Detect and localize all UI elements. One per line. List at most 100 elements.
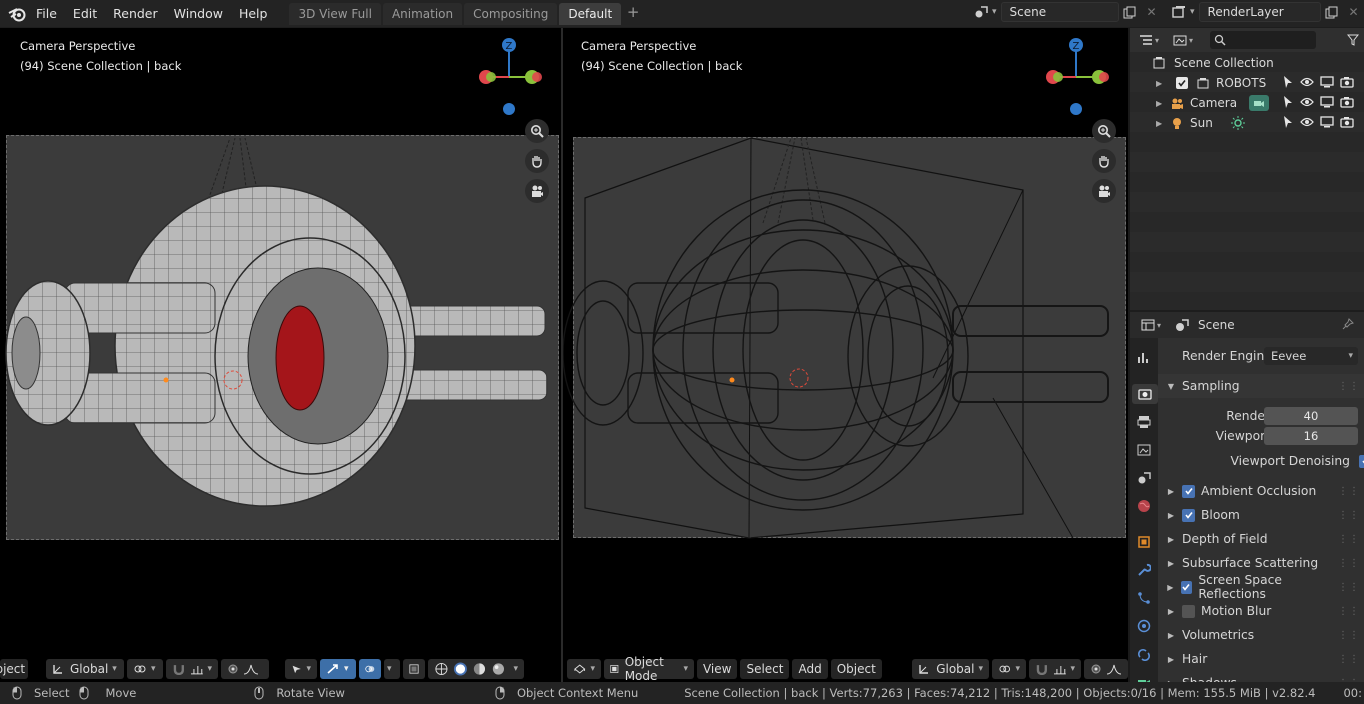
panel-enable-checkbox[interactable] bbox=[1182, 604, 1195, 618]
transform-orientation-dropdown[interactable]: Global ▾ bbox=[912, 659, 989, 679]
material-shading-icon[interactable] bbox=[472, 661, 487, 677]
sampling-panel-header[interactable]: ▼ Sampling ⋮⋮ bbox=[1158, 374, 1364, 398]
tab-3d-view-full[interactable]: 3D View Full bbox=[289, 2, 381, 25]
properties-editor-type-icon[interactable]: ▾ bbox=[1136, 315, 1166, 335]
drag-handle-icon[interactable]: ⋮⋮ bbox=[1338, 582, 1360, 593]
object-tab-icon[interactable] bbox=[1134, 532, 1154, 552]
editor-type-dropdown[interactable]: ▾ bbox=[567, 659, 601, 679]
overlays-toggle-button[interactable] bbox=[359, 659, 381, 679]
viewport-samples-field[interactable]: 16 bbox=[1264, 427, 1358, 445]
zoom-icon[interactable] bbox=[525, 119, 549, 143]
render-camera-icon[interactable] bbox=[1340, 116, 1354, 128]
menu-help[interactable]: Help bbox=[231, 2, 276, 26]
render-camera-icon[interactable] bbox=[1340, 96, 1354, 108]
selectable-arrow-icon[interactable] bbox=[1282, 115, 1294, 129]
pin-icon[interactable] bbox=[1342, 317, 1354, 333]
menu-edit[interactable]: Edit bbox=[65, 2, 105, 26]
visibility-eye-icon[interactable] bbox=[1300, 96, 1314, 108]
panel-enable-checkbox[interactable] bbox=[1182, 508, 1195, 522]
sun-light-data-icon[interactable] bbox=[1230, 116, 1245, 130]
menu-select[interactable]: Select bbox=[740, 659, 790, 679]
xray-toggle-button[interactable] bbox=[403, 659, 425, 679]
menu-render[interactable]: Render bbox=[105, 2, 166, 26]
modifier-wrench-icon[interactable] bbox=[1134, 560, 1154, 580]
snap-button[interactable]: ▾ bbox=[166, 659, 218, 679]
pan-hand-icon[interactable] bbox=[525, 149, 549, 173]
drag-handle-icon[interactable]: ⋮⋮ bbox=[1338, 510, 1360, 521]
selectable-arrow-icon[interactable] bbox=[1282, 75, 1294, 89]
panel-enable-checkbox[interactable] bbox=[1182, 484, 1195, 498]
navigation-gizmo[interactable]: Z bbox=[1041, 34, 1113, 124]
menu-file[interactable]: File bbox=[28, 2, 65, 26]
drag-handle-icon[interactable]: ⋮⋮ bbox=[1338, 630, 1360, 641]
settings-panel-motion-blur[interactable]: ▶ Motion Blur ⋮⋮ bbox=[1158, 599, 1364, 623]
wireframe-shading-icon[interactable] bbox=[434, 661, 449, 677]
viewport-left[interactable]: Camera Perspective (94) Scene Collection… bbox=[0, 28, 561, 682]
viewport-denoising-checkbox[interactable] bbox=[1359, 454, 1364, 468]
gizmo-toggle-button[interactable]: ▾ bbox=[320, 659, 356, 679]
rendered-shading-icon[interactable] bbox=[491, 661, 506, 677]
add-workspace-button[interactable]: + bbox=[623, 3, 643, 25]
expand-arrow-icon[interactable]: ▶ bbox=[1156, 119, 1168, 128]
scene-tab-icon[interactable] bbox=[1134, 468, 1154, 488]
transform-orientation-dropdown[interactable]: Global ▾ bbox=[46, 659, 124, 679]
drag-handle-icon[interactable]: ⋮⋮ bbox=[1338, 606, 1360, 617]
select-mode-button[interactable]: ▾ bbox=[285, 659, 317, 679]
settings-panel-ambient-occlusion[interactable]: ▶ Ambient Occlusion ⋮⋮ bbox=[1158, 479, 1364, 503]
filter-icon[interactable] bbox=[1342, 30, 1364, 50]
pivot-point-button[interactable]: ▾ bbox=[127, 659, 163, 679]
settings-panel-hair[interactable]: ▶ Hair ⋮⋮ bbox=[1158, 647, 1364, 671]
view-layer-tab-icon[interactable] bbox=[1134, 440, 1154, 460]
settings-panel-volumetrics[interactable]: ▶ Volumetrics ⋮⋮ bbox=[1158, 623, 1364, 647]
visibility-eye-icon[interactable] bbox=[1300, 116, 1314, 128]
tool-tab-icon[interactable] bbox=[1134, 348, 1154, 368]
camera-view-icon[interactable] bbox=[1092, 179, 1116, 203]
render-tab-icon[interactable] bbox=[1132, 384, 1158, 404]
output-tab-icon[interactable] bbox=[1134, 412, 1154, 432]
camera-data-icon[interactable] bbox=[1249, 95, 1270, 111]
scene-name-field[interactable]: Scene bbox=[1000, 2, 1119, 22]
render-samples-field[interactable]: 40 bbox=[1264, 407, 1358, 425]
settings-panel-depth-of-field[interactable]: ▶ Depth of Field ⋮⋮ bbox=[1158, 527, 1364, 551]
copy-scene-icon[interactable] bbox=[1119, 2, 1141, 22]
display-mode-icon[interactable]: ▾ bbox=[1168, 30, 1198, 50]
constraints-tab-icon[interactable] bbox=[1134, 644, 1154, 664]
close-view-layer-icon[interactable]: ✕ bbox=[1343, 2, 1364, 22]
render-engine-dropdown[interactable]: Eevee ▾ bbox=[1264, 347, 1358, 365]
solid-shading-icon[interactable] bbox=[453, 661, 468, 677]
expand-arrow-icon[interactable]: ▶ bbox=[1156, 79, 1168, 88]
tab-animation[interactable]: Animation bbox=[382, 2, 463, 25]
settings-panel-screen-space-reflections[interactable]: ▶ Screen Space Reflections ⋮⋮ bbox=[1158, 573, 1364, 601]
pivot-point-button[interactable]: ▾ bbox=[992, 659, 1026, 679]
snap-button[interactable]: ▾ bbox=[1029, 659, 1081, 679]
physics-tab-icon[interactable] bbox=[1134, 616, 1154, 636]
settings-panel-subsurface-scattering[interactable]: ▶ Subsurface Scattering ⋮⋮ bbox=[1158, 551, 1364, 575]
expand-arrow-icon[interactable]: ▶ bbox=[1156, 99, 1168, 108]
visibility-eye-icon[interactable] bbox=[1300, 76, 1314, 88]
tab-compositing[interactable]: Compositing bbox=[464, 2, 558, 25]
outliner-editor-type-icon[interactable]: ▾ bbox=[1134, 30, 1164, 50]
viewport-monitor-icon[interactable] bbox=[1320, 76, 1334, 88]
zoom-icon[interactable] bbox=[1092, 119, 1116, 143]
object-mode-dropdown[interactable]: Object Mode ▾ bbox=[604, 655, 694, 682]
settings-panel-bloom[interactable]: ▶ Bloom ⋮⋮ bbox=[1158, 503, 1364, 527]
exclude-checkbox[interactable] bbox=[1176, 77, 1188, 89]
camera-view-icon[interactable] bbox=[525, 179, 549, 203]
tab-default[interactable]: Default bbox=[559, 2, 622, 25]
overlays-dropdown[interactable]: ▾ bbox=[384, 659, 400, 679]
copy-view-layer-icon[interactable] bbox=[1321, 2, 1343, 22]
drag-handle-icon[interactable]: ⋮⋮ bbox=[1338, 558, 1360, 569]
menu-view[interactable]: View bbox=[696, 659, 738, 679]
outliner-scene-collection[interactable]: Scene Collection bbox=[1130, 53, 1364, 73]
menu-add[interactable]: Add bbox=[792, 659, 828, 679]
view-layer-icon[interactable] bbox=[1168, 2, 1190, 22]
outliner-search-input[interactable] bbox=[1210, 31, 1316, 49]
drag-handle-icon[interactable]: ⋮⋮ bbox=[1338, 381, 1360, 392]
view-layer-field[interactable]: RenderLayer bbox=[1198, 2, 1321, 22]
menu-window[interactable]: Window bbox=[166, 2, 231, 26]
panel-enable-checkbox[interactable] bbox=[1180, 580, 1193, 594]
drag-handle-icon[interactable]: ⋮⋮ bbox=[1338, 534, 1360, 545]
close-scene-icon[interactable]: ✕ bbox=[1141, 2, 1163, 22]
drag-handle-icon[interactable]: ⋮⋮ bbox=[1338, 654, 1360, 665]
blender-logo-icon[interactable] bbox=[6, 3, 28, 25]
